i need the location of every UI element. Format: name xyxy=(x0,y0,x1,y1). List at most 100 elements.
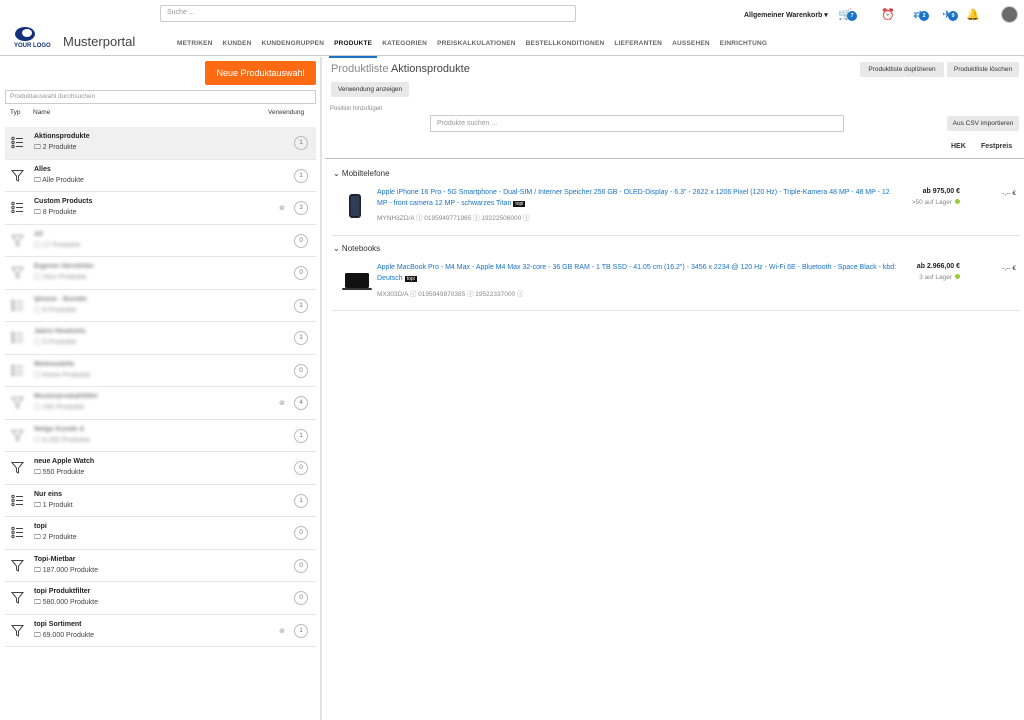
stock-status: 3 auf Lager xyxy=(919,274,960,281)
product-name-link[interactable]: Apple MacBook Pro - M4 Max - Apple M4 Ma… xyxy=(377,262,897,285)
filter-icon xyxy=(10,591,25,604)
item-count-text: 🖵 2 Produkte xyxy=(34,534,77,541)
product-row[interactable]: Apple MacBook Pro - M4 Max - Apple M4 Ma… xyxy=(332,260,1020,311)
usage-count[interactable]: 1 xyxy=(294,331,308,345)
product-meta: MYNH3ZD/A ⓘ 0195949771965 ⓘ 19222506000 … xyxy=(377,215,530,222)
nav-kategorien[interactable]: KATEGORIEN xyxy=(377,40,432,58)
item-count-text: 🖵 1 Produkt xyxy=(34,501,73,509)
item-name: Musterproduktfilter xyxy=(34,393,99,400)
usage-count[interactable]: 0 xyxy=(294,526,308,540)
filter-icon xyxy=(10,559,25,572)
nav-metriken[interactable]: METRIKEN xyxy=(172,40,218,58)
item-count-text: 🖵 6.200 Produkte xyxy=(34,436,91,444)
usage-count[interactable]: 1 xyxy=(294,428,308,443)
list-item[interactable]: topi 🖵 2 Produkte 0 xyxy=(5,517,316,550)
selection-search-input[interactable]: Produktauswahl durchsuchen xyxy=(5,90,316,104)
list-item[interactable]: Netgo Kunde A 🖵 6.200 Produkte 1 xyxy=(5,420,316,452)
group-header[interactable]: ⌄ Notebooks xyxy=(333,244,380,253)
product-image[interactable] xyxy=(342,268,372,294)
cart-selector[interactable]: Allgemeiner Warenkorb ▾ xyxy=(744,11,828,19)
item-name: Netgo Kunde A xyxy=(34,425,85,433)
product-image[interactable] xyxy=(342,193,368,219)
list-item[interactable]: Mietmodelle 🖵 Keine Produkte 0 xyxy=(5,355,316,387)
item-count-text: 🖵 8 Produkte xyxy=(34,209,77,216)
list-item[interactable]: Topi-Mietbar 🖵 187.000 Produkte 0 xyxy=(5,550,316,582)
group-header[interactable]: ⌄ Mobiltelefone xyxy=(333,169,390,178)
alarm-icon[interactable]: ⏰ xyxy=(881,8,895,22)
item-name: topi Produktfilter xyxy=(34,588,91,595)
usage-count[interactable]: 1 xyxy=(294,168,308,183)
list-item[interactable]: topi Produktfilter 🖵 580.000 Produkte 0 xyxy=(5,582,316,615)
item-name: topi xyxy=(34,523,47,530)
list-item[interactable]: topi Sortiment 🖵 69.000 Produkte ⊛ 1 xyxy=(5,615,316,647)
usage-count[interactable]: 0 xyxy=(294,233,308,248)
bell-icon[interactable]: 🔔 xyxy=(966,8,980,22)
avatar[interactable] xyxy=(1001,6,1018,23)
nav-bestellkonditionen[interactable]: BESTELLKONDITIONEN xyxy=(521,40,610,58)
nav-kundengruppen[interactable]: KUNDENGRUPPEN xyxy=(257,40,330,58)
list-item[interactable]: Eigener Hersteller 🖵 Vom Produkte 0 xyxy=(5,257,316,290)
list-item[interactable]: Musterproduktfilter 🖵 250 Produkte ⊛ 4 xyxy=(5,387,316,420)
item-count-text: 🖵 250 Produkte xyxy=(34,404,85,411)
topi-tag: topi xyxy=(513,201,526,207)
filter-icon xyxy=(10,429,25,442)
item-count-text: 🖵 5 Produkte xyxy=(34,339,77,346)
list-item[interactable]: Custom Products 🖵 8 Produkte ⊛ 3 xyxy=(5,192,316,225)
nav-einrichtung[interactable]: EINRICHTUNG xyxy=(715,40,772,58)
stock-dot-icon xyxy=(955,274,960,279)
list-item[interactable]: Iphone - Bundle 🖵 8 Produkte 1 xyxy=(5,290,316,322)
item-count-text: 🖵 Alle Produkte xyxy=(34,176,84,184)
global-search-input[interactable]: Suche ... xyxy=(160,5,576,22)
list-item[interactable]: Jabra Headsets 🖵 5 Produkte 1 xyxy=(5,322,316,355)
item-name: Topi-Mietbar xyxy=(34,555,76,563)
list-item[interactable]: Aktionsprodukte 🖵 2 Produkte 1 xyxy=(5,127,316,160)
nav-preiskalkulationen[interactable]: PREISKALKULATIONEN xyxy=(432,40,521,58)
filter-icon xyxy=(10,234,25,247)
filter-icon xyxy=(10,169,25,182)
list-item[interactable]: All 🖵 17 Produkte 0 xyxy=(5,225,316,257)
item-count-text: 🖵 17 Produkte xyxy=(34,241,81,249)
usage-count[interactable]: 1 xyxy=(294,298,308,313)
usage-count[interactable]: 1 xyxy=(294,493,308,508)
usage-count[interactable]: 3 xyxy=(294,201,308,215)
item-count-text: 🖵 550 Produkte xyxy=(34,469,85,476)
shared-icon: ⊛ xyxy=(279,400,285,407)
list-item[interactable]: Nur eins 🖵 1 Produkt 1 xyxy=(5,485,316,517)
festpreis-value[interactable]: -,-- € xyxy=(1002,265,1016,272)
product-search-input[interactable]: Produkte suchen ... xyxy=(430,115,844,132)
usage-count[interactable]: 0 xyxy=(294,363,308,378)
nav-produkte[interactable]: PRODUKTE xyxy=(329,40,378,58)
usage-count[interactable]: 4 xyxy=(294,396,308,410)
filter-icon xyxy=(10,266,25,279)
usage-count[interactable]: 1 xyxy=(294,136,308,150)
show-usage-button[interactable]: Verwendung anzeigen xyxy=(331,82,409,97)
stock-status: >50 auf Lager xyxy=(912,199,960,206)
usage-count[interactable]: 0 xyxy=(294,558,308,573)
import-csv-button[interactable]: Aus CSV importieren xyxy=(947,116,1019,131)
list-icon xyxy=(11,526,24,539)
col-festpreis[interactable]: Festpreis xyxy=(981,143,1012,150)
delete-list-button[interactable]: Produktliste löschen xyxy=(947,62,1019,77)
product-name-link[interactable]: Apple iPhone 16 Pro - 5G Smartphone - Du… xyxy=(377,187,897,210)
selection-list: Aktionsprodukte 🖵 2 Produkte 1 Alles 🖵 Alle … xyxy=(5,127,316,647)
usage-count[interactable]: 0 xyxy=(294,461,308,475)
usage-count[interactable]: 0 xyxy=(294,266,308,280)
nav-aussehen[interactable]: AUSSEHEN xyxy=(667,40,715,58)
item-name: Alles xyxy=(34,165,51,173)
list-item[interactable]: Alles 🖵 Alle Produkte 1 xyxy=(5,160,316,192)
item-name: Custom Products xyxy=(34,198,93,205)
festpreis-value[interactable]: -,-- € xyxy=(1002,190,1016,197)
list-item[interactable]: neue Apple Watch 🖵 550 Produkte 0 xyxy=(5,452,316,485)
logo-icon[interactable] xyxy=(14,26,36,42)
new-product-selection-button[interactable]: Neue Produktauswahl xyxy=(205,61,316,85)
usage-count[interactable]: 0 xyxy=(294,591,308,605)
duplicate-list-button[interactable]: Produktliste duplizieren xyxy=(860,62,944,77)
nav-kunden[interactable]: KUNDEN xyxy=(218,40,257,58)
topi-tag: topi xyxy=(404,276,417,282)
shared-icon: ⊛ xyxy=(279,205,285,212)
main-nav: METRIKEN KUNDEN KUNDENGRUPPEN PRODUKTE KATEG… xyxy=(172,40,772,58)
usage-count[interactable]: 1 xyxy=(294,623,308,638)
product-row[interactable]: Apple iPhone 16 Pro - 5G Smartphone - Du… xyxy=(332,185,1020,236)
item-count-text: 🖵 69.000 Produkte xyxy=(34,631,95,639)
nav-lieferanten[interactable]: LIEFERANTEN xyxy=(609,40,667,58)
